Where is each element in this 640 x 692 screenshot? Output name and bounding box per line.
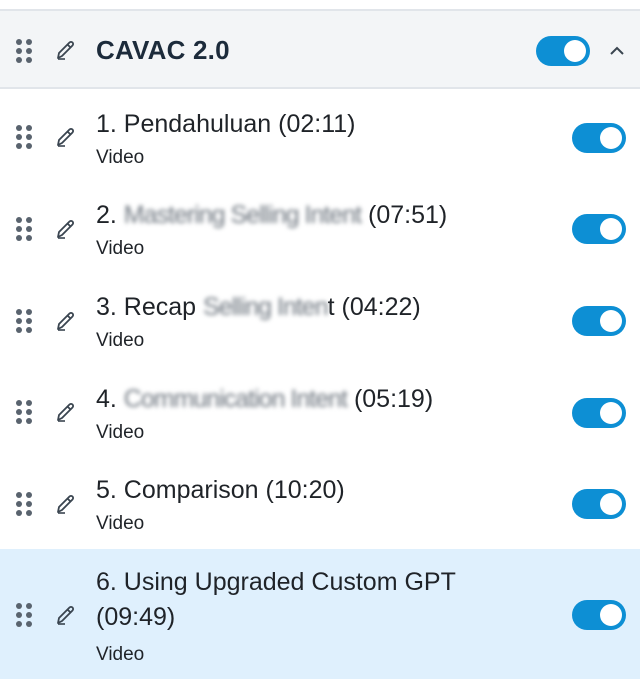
lesson-title: 6. Using Upgraded Custom GPT (09:49): [96, 565, 536, 634]
lesson-duration: (04:22): [341, 293, 421, 321]
lesson-toggle[interactable]: [572, 123, 626, 153]
toggle-knob: [564, 40, 586, 62]
section-title: CAVAC 2.0: [96, 35, 230, 65]
lesson-row[interactable]: 2. Mastering Selling Intent (07:51) Vide…: [0, 182, 640, 274]
lesson-type: Video: [96, 147, 145, 168]
lesson-duration: (10:20): [265, 476, 345, 504]
lesson-title-suffix: t: [327, 293, 335, 321]
toggle-knob: [600, 310, 622, 332]
lesson-title-text: 6. Using Upgraded Custom GPT: [96, 568, 456, 596]
lesson-type: Video: [96, 513, 145, 534]
lesson-type: Video: [96, 238, 145, 259]
lesson-type: Video: [96, 330, 145, 351]
pencil-icon[interactable]: [54, 309, 78, 333]
lesson-row[interactable]: 3. Recap Selling Intent (04:22) Video: [0, 274, 640, 366]
toggle-knob: [600, 604, 622, 626]
curriculum-panel: CAVAC 2.0 1. Pendahuluan (02:11) Video 2…: [0, 0, 640, 692]
lesson-toggle[interactable]: [572, 306, 626, 336]
lesson-title-redacted: Mastering Selling Intent: [123, 201, 362, 229]
lesson-duration: (07:51): [368, 201, 448, 229]
lesson-title: 2. Mastering Selling Intent (07:51): [96, 198, 536, 233]
lesson-title-text: 5. Comparison: [96, 476, 259, 504]
section-toggle[interactable]: [536, 36, 590, 66]
toggle-knob: [600, 127, 622, 149]
toggle-knob: [600, 218, 622, 240]
lesson-row[interactable]: 4. Communication Intent (05:19) Video: [0, 366, 640, 457]
drag-handle-icon[interactable]: [16, 400, 32, 424]
lesson-title: 1. Pendahuluan (02:11): [96, 107, 536, 142]
lesson-title-text: 2.: [96, 201, 124, 229]
drag-handle-icon[interactable]: [16, 39, 32, 63]
pencil-icon[interactable]: [54, 217, 78, 241]
lesson-title: 4. Communication Intent (05:19): [96, 382, 536, 417]
lesson-row[interactable]: 5. Comparison (10:20) Video: [0, 457, 640, 549]
lesson-title-text: 3. Recap: [96, 293, 204, 321]
drag-handle-icon[interactable]: [16, 492, 32, 516]
lesson-row-selected[interactable]: 6. Using Upgraded Custom GPT (09:49) Vid…: [0, 549, 640, 679]
drag-handle-icon[interactable]: [16, 217, 32, 241]
pencil-icon[interactable]: [54, 400, 78, 424]
lesson-duration: (09:49): [96, 602, 176, 631]
drag-handle-icon[interactable]: [16, 603, 32, 627]
lesson-duration: (05:19): [353, 385, 434, 413]
pencil-icon[interactable]: [54, 125, 78, 149]
lesson-toggle[interactable]: [572, 214, 626, 244]
lesson-title-redacted: Selling Inten: [203, 293, 329, 321]
lesson-toggle[interactable]: [572, 398, 626, 428]
lesson-title-redacted: Communication Intent: [123, 385, 348, 413]
pencil-icon[interactable]: [54, 492, 78, 516]
lesson-title-text: 1. Pendahuluan: [96, 110, 272, 138]
top-spacer: [0, 0, 640, 9]
chevron-up-icon[interactable]: [607, 41, 627, 61]
pencil-icon[interactable]: [54, 603, 78, 627]
lesson-type: Video: [96, 422, 145, 443]
lesson-row[interactable]: 1. Pendahuluan (02:11) Video: [0, 91, 640, 182]
toggle-knob: [600, 493, 622, 515]
pencil-icon[interactable]: [54, 38, 78, 62]
lesson-toggle[interactable]: [572, 489, 626, 519]
lesson-toggle[interactable]: [572, 600, 626, 630]
lesson-title: 3. Recap Selling Intent (04:22): [96, 290, 536, 325]
lesson-title-text: 4.: [96, 385, 124, 413]
lesson-title: 5. Comparison (10:20): [96, 473, 536, 508]
lesson-duration: (02:11): [278, 110, 356, 138]
lesson-type: Video: [96, 644, 145, 665]
toggle-knob: [600, 402, 622, 424]
section-header[interactable]: CAVAC 2.0: [0, 9, 640, 89]
drag-handle-icon[interactable]: [16, 309, 32, 333]
drag-handle-icon[interactable]: [16, 125, 32, 149]
